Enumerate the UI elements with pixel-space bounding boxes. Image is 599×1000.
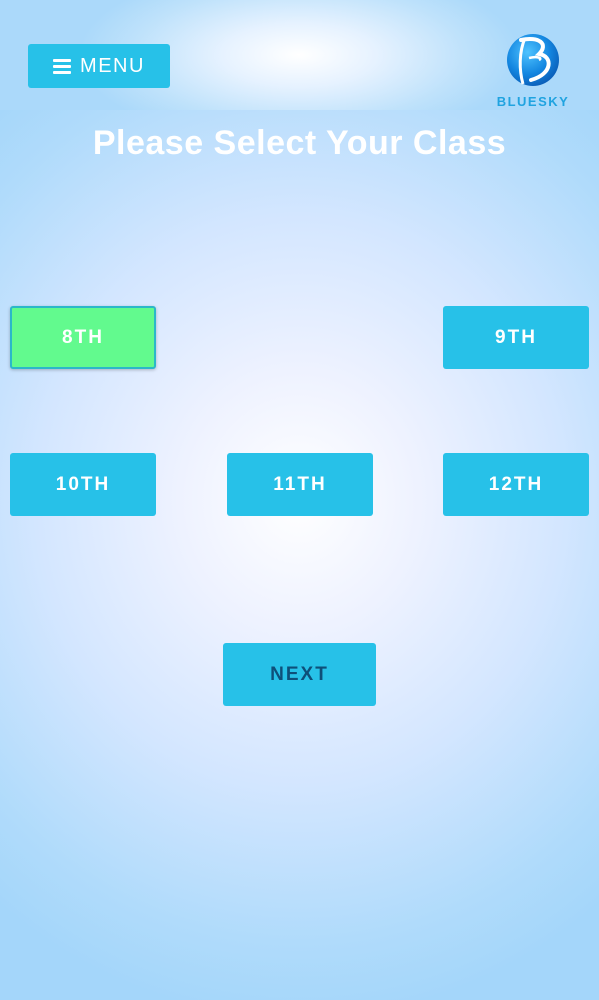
menu-button[interactable]: MENU	[28, 44, 170, 88]
next-button[interactable]: NEXT	[223, 643, 376, 706]
menu-label: MENU	[80, 54, 145, 77]
header-bar: MENU BLUESKY	[0, 0, 599, 110]
hamburger-icon	[53, 58, 72, 74]
class-button-12th[interactable]: 12TH	[443, 453, 589, 516]
class-button-11th[interactable]: 11TH	[227, 453, 373, 516]
logo[interactable]: BLUESKY	[486, 30, 580, 110]
bluesky-logo-icon	[507, 34, 559, 86]
page-title: Please Select Your Class	[92, 124, 507, 162]
class-button-10th[interactable]: 10TH	[10, 453, 156, 516]
class-button-9th[interactable]: 9TH	[443, 306, 589, 369]
logo-text: BLUESKY	[496, 94, 570, 109]
class-button-8th[interactable]: 8TH	[10, 306, 156, 369]
